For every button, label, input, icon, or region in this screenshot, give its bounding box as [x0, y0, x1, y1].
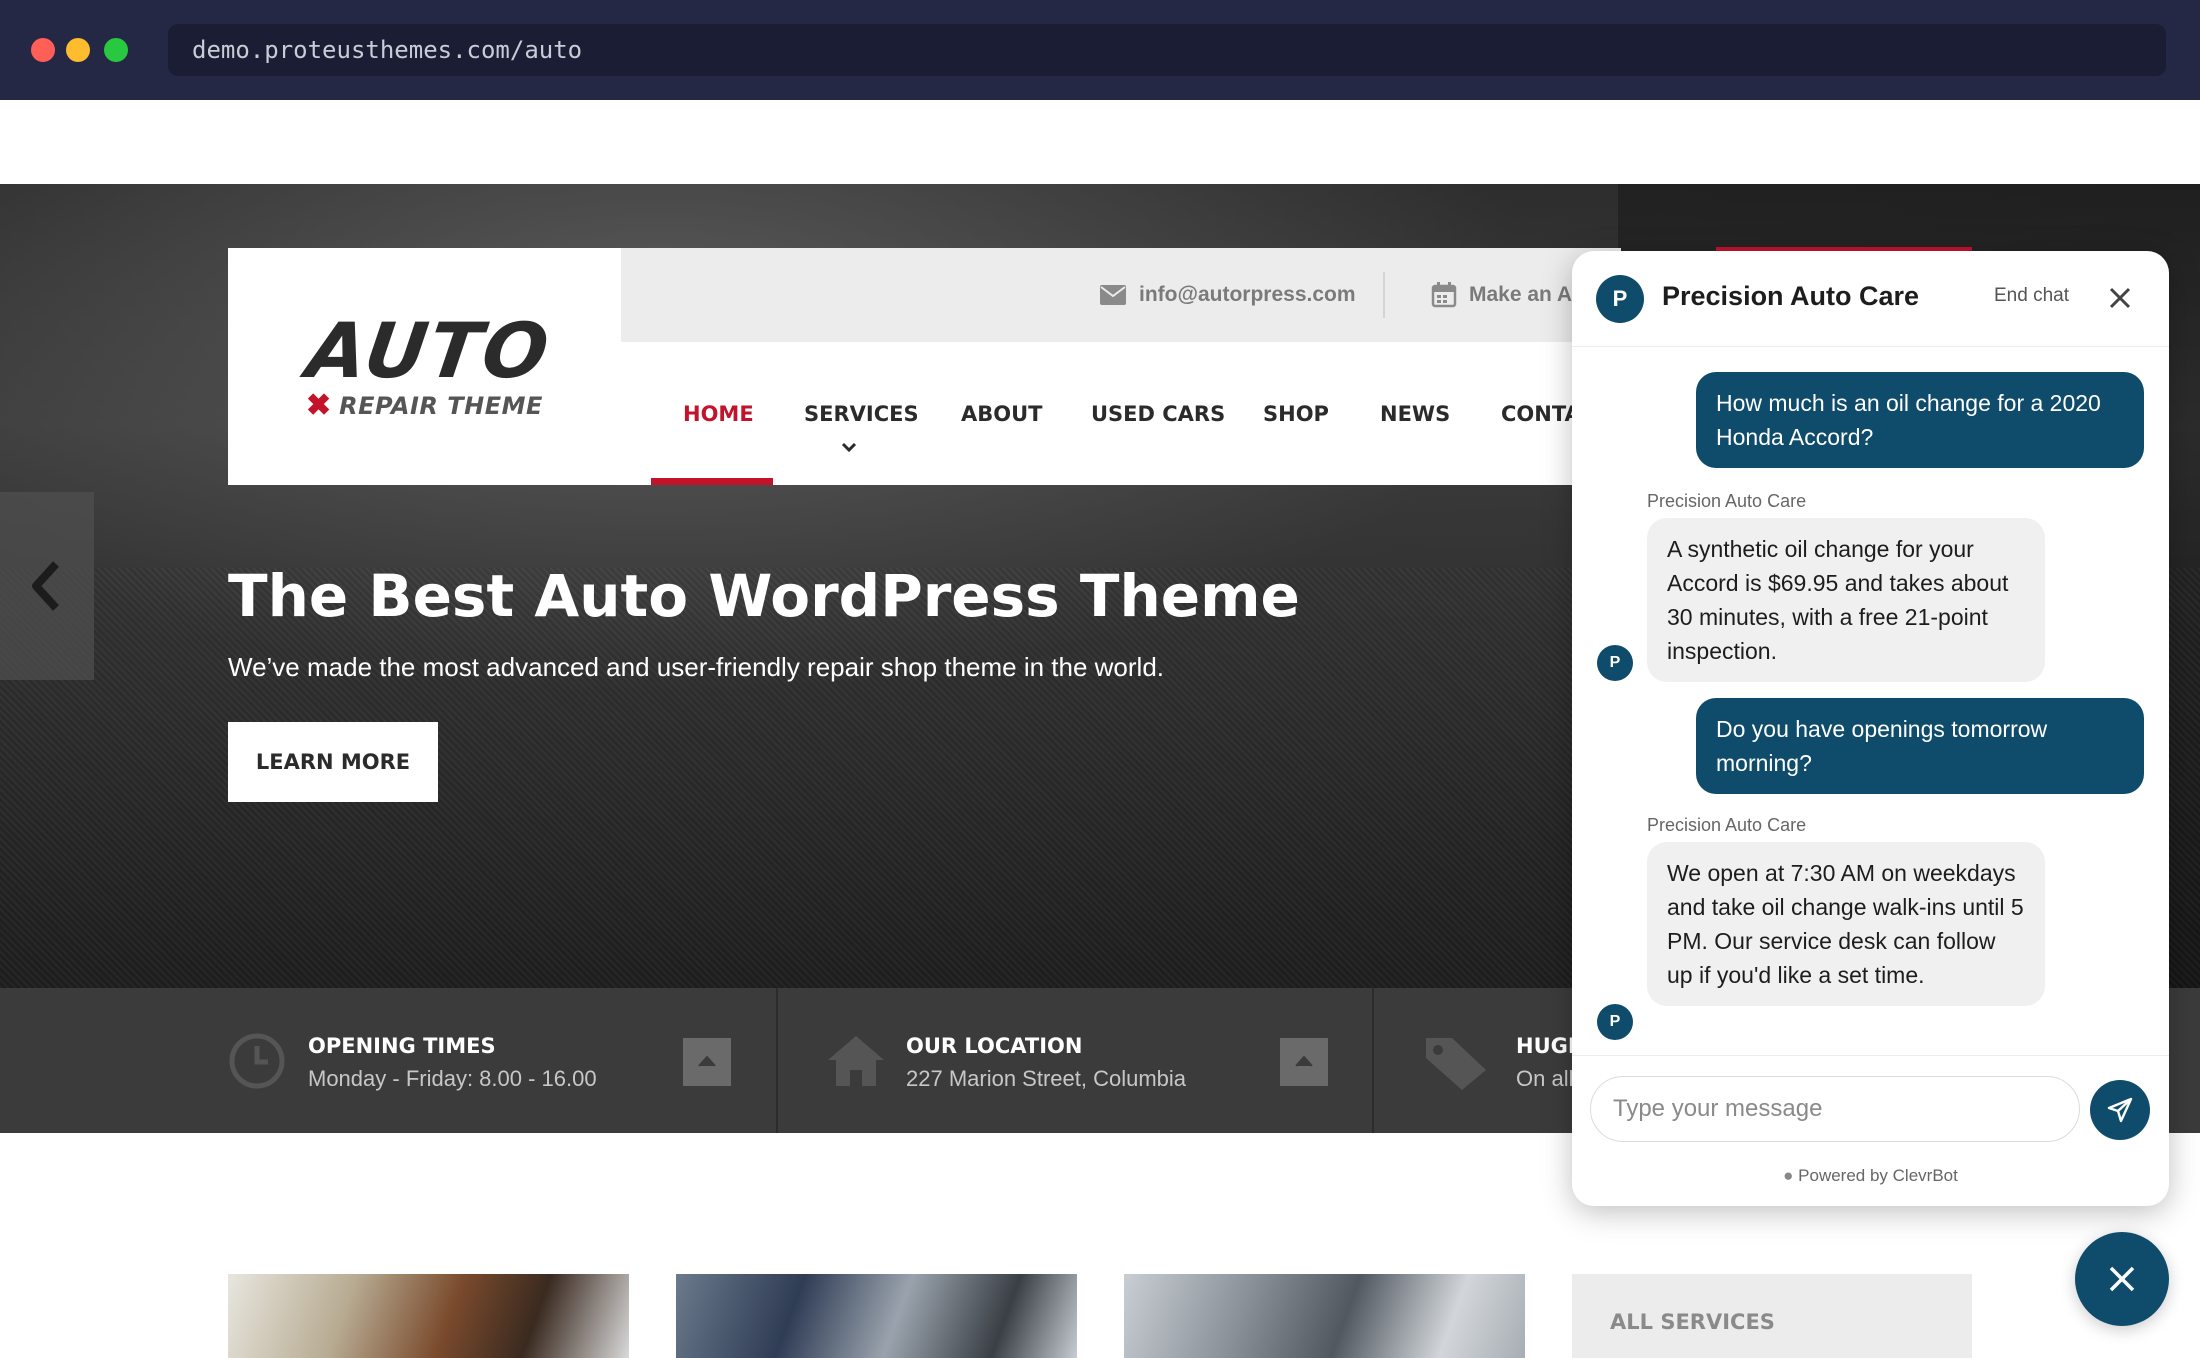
info-location: OUR LOCATION 227 Marion Street, Columbia [826, 988, 1346, 1133]
envelope-icon [1100, 285, 1126, 305]
clock-icon [229, 1033, 285, 1089]
chat-avatar: P [1596, 275, 1644, 323]
info-opening-times: OPENING TIMES Monday - Friday: 8.00 - 16… [228, 988, 748, 1133]
nav-used-cars[interactable]: USED CARS [1091, 402, 1225, 426]
nav-services[interactable]: SERVICES [804, 402, 919, 426]
tools-icon: ✖ [306, 389, 332, 422]
site-logo[interactable]: AUTO ✖ REPAIR THEME [228, 248, 621, 485]
send-message-button[interactable] [2090, 1080, 2150, 1140]
window-maximize-dot[interactable] [104, 38, 128, 62]
window-minimize-dot[interactable] [66, 38, 90, 62]
topbar-separator [1383, 272, 1385, 318]
chat-close-button[interactable] [2102, 281, 2138, 317]
expand-opening-times-button[interactable] [683, 1038, 731, 1086]
chat-composer: ● Powered by ClevrBot [1572, 1055, 2169, 1205]
browser-chrome: demo.proteusthemes.com/auto [0, 0, 2200, 100]
chat-widget: P Precision Auto Care End chat How much … [1572, 251, 2169, 1206]
logo-wordmark: AUTO [301, 306, 556, 395]
end-chat-button[interactable]: End chat [1994, 285, 2069, 307]
service-thumbnail-interior[interactable] [228, 1274, 629, 1358]
top-contact-bar: info@autorpress.com Make an Ap [621, 248, 1621, 342]
chat-message-input[interactable] [1590, 1076, 2080, 1142]
service-thumbnail-engine[interactable] [1124, 1274, 1525, 1358]
chat-message-sender: Precision Auto Care [1647, 815, 1807, 835]
make-appointment-link[interactable]: Make an Ap [1431, 248, 1585, 342]
nav-about[interactable]: ABOUT [961, 402, 1043, 426]
nav-home[interactable]: HOME [683, 402, 754, 426]
nav-shop[interactable]: SHOP [1263, 402, 1329, 426]
chat-message-user: How much is an oil change for a 2020 Hon… [1696, 372, 2144, 468]
nav-news[interactable]: NEWS [1380, 402, 1450, 426]
service-thumbnail-tires[interactable] [676, 1274, 1077, 1358]
hero-title: The Best Auto WordPress Theme [228, 562, 1300, 630]
chat-header: P Precision Auto Care End chat [1572, 251, 2169, 347]
chat-title: Precision Auto Care [1662, 281, 1920, 311]
nav-contact[interactable]: CONTA [1501, 402, 1581, 426]
all-services-panel[interactable]: ALL SERVICES [1572, 1274, 1972, 1358]
main-navigation: HOME SERVICES ABOUT USED CARS SHOP NEWS … [621, 342, 1621, 485]
info-divider [776, 988, 778, 1133]
chat-bubble-icon: ● [1783, 1166, 1794, 1185]
close-icon [2109, 1266, 2135, 1292]
send-icon [2107, 1097, 2133, 1123]
url-bar[interactable]: demo.proteusthemes.com/auto [168, 24, 2166, 76]
powered-by[interactable]: ● Powered by ClevrBot [1572, 1166, 2169, 1186]
chevron-up-icon [1295, 1055, 1313, 1067]
chat-message-bot: We open at 7:30 AM on weekdays and take … [1647, 842, 2045, 1006]
calendar-icon [1431, 282, 1457, 308]
learn-more-button[interactable]: LEARN MORE [228, 722, 438, 802]
page: demo.proteusthemes.com/auto AUTO ✖ REPAI… [0, 0, 2200, 1358]
contact-email[interactable]: info@autorpress.com [1099, 248, 1356, 342]
chevron-up-icon [698, 1055, 716, 1067]
logo-subtitle: ✖ REPAIR THEME [306, 389, 543, 422]
nav-active-indicator [651, 478, 773, 485]
home-icon [828, 1036, 884, 1086]
bot-avatar: P [1597, 645, 1633, 681]
hero-subtitle: We’ve made the most advanced and user-fr… [228, 652, 1165, 682]
chat-message-user: Do you have openings tomorrow morning? [1696, 698, 2144, 794]
close-icon [2109, 287, 2131, 308]
info-divider [1372, 988, 1374, 1133]
bot-avatar: P [1597, 1004, 1633, 1040]
chat-message-bot: A synthetic oil change for your Accord i… [1647, 518, 2045, 682]
tag-icon [1426, 1038, 1486, 1090]
expand-location-button[interactable] [1280, 1038, 1328, 1086]
slider-prev-button[interactable] [0, 492, 94, 680]
chevron-down-icon[interactable] [841, 442, 857, 454]
chevron-left-icon [32, 561, 59, 611]
window-close-dot[interactable] [31, 38, 55, 62]
chat-message-sender: Precision Auto Care [1647, 491, 1807, 511]
chat-toggle-button[interactable] [2075, 1232, 2169, 1326]
